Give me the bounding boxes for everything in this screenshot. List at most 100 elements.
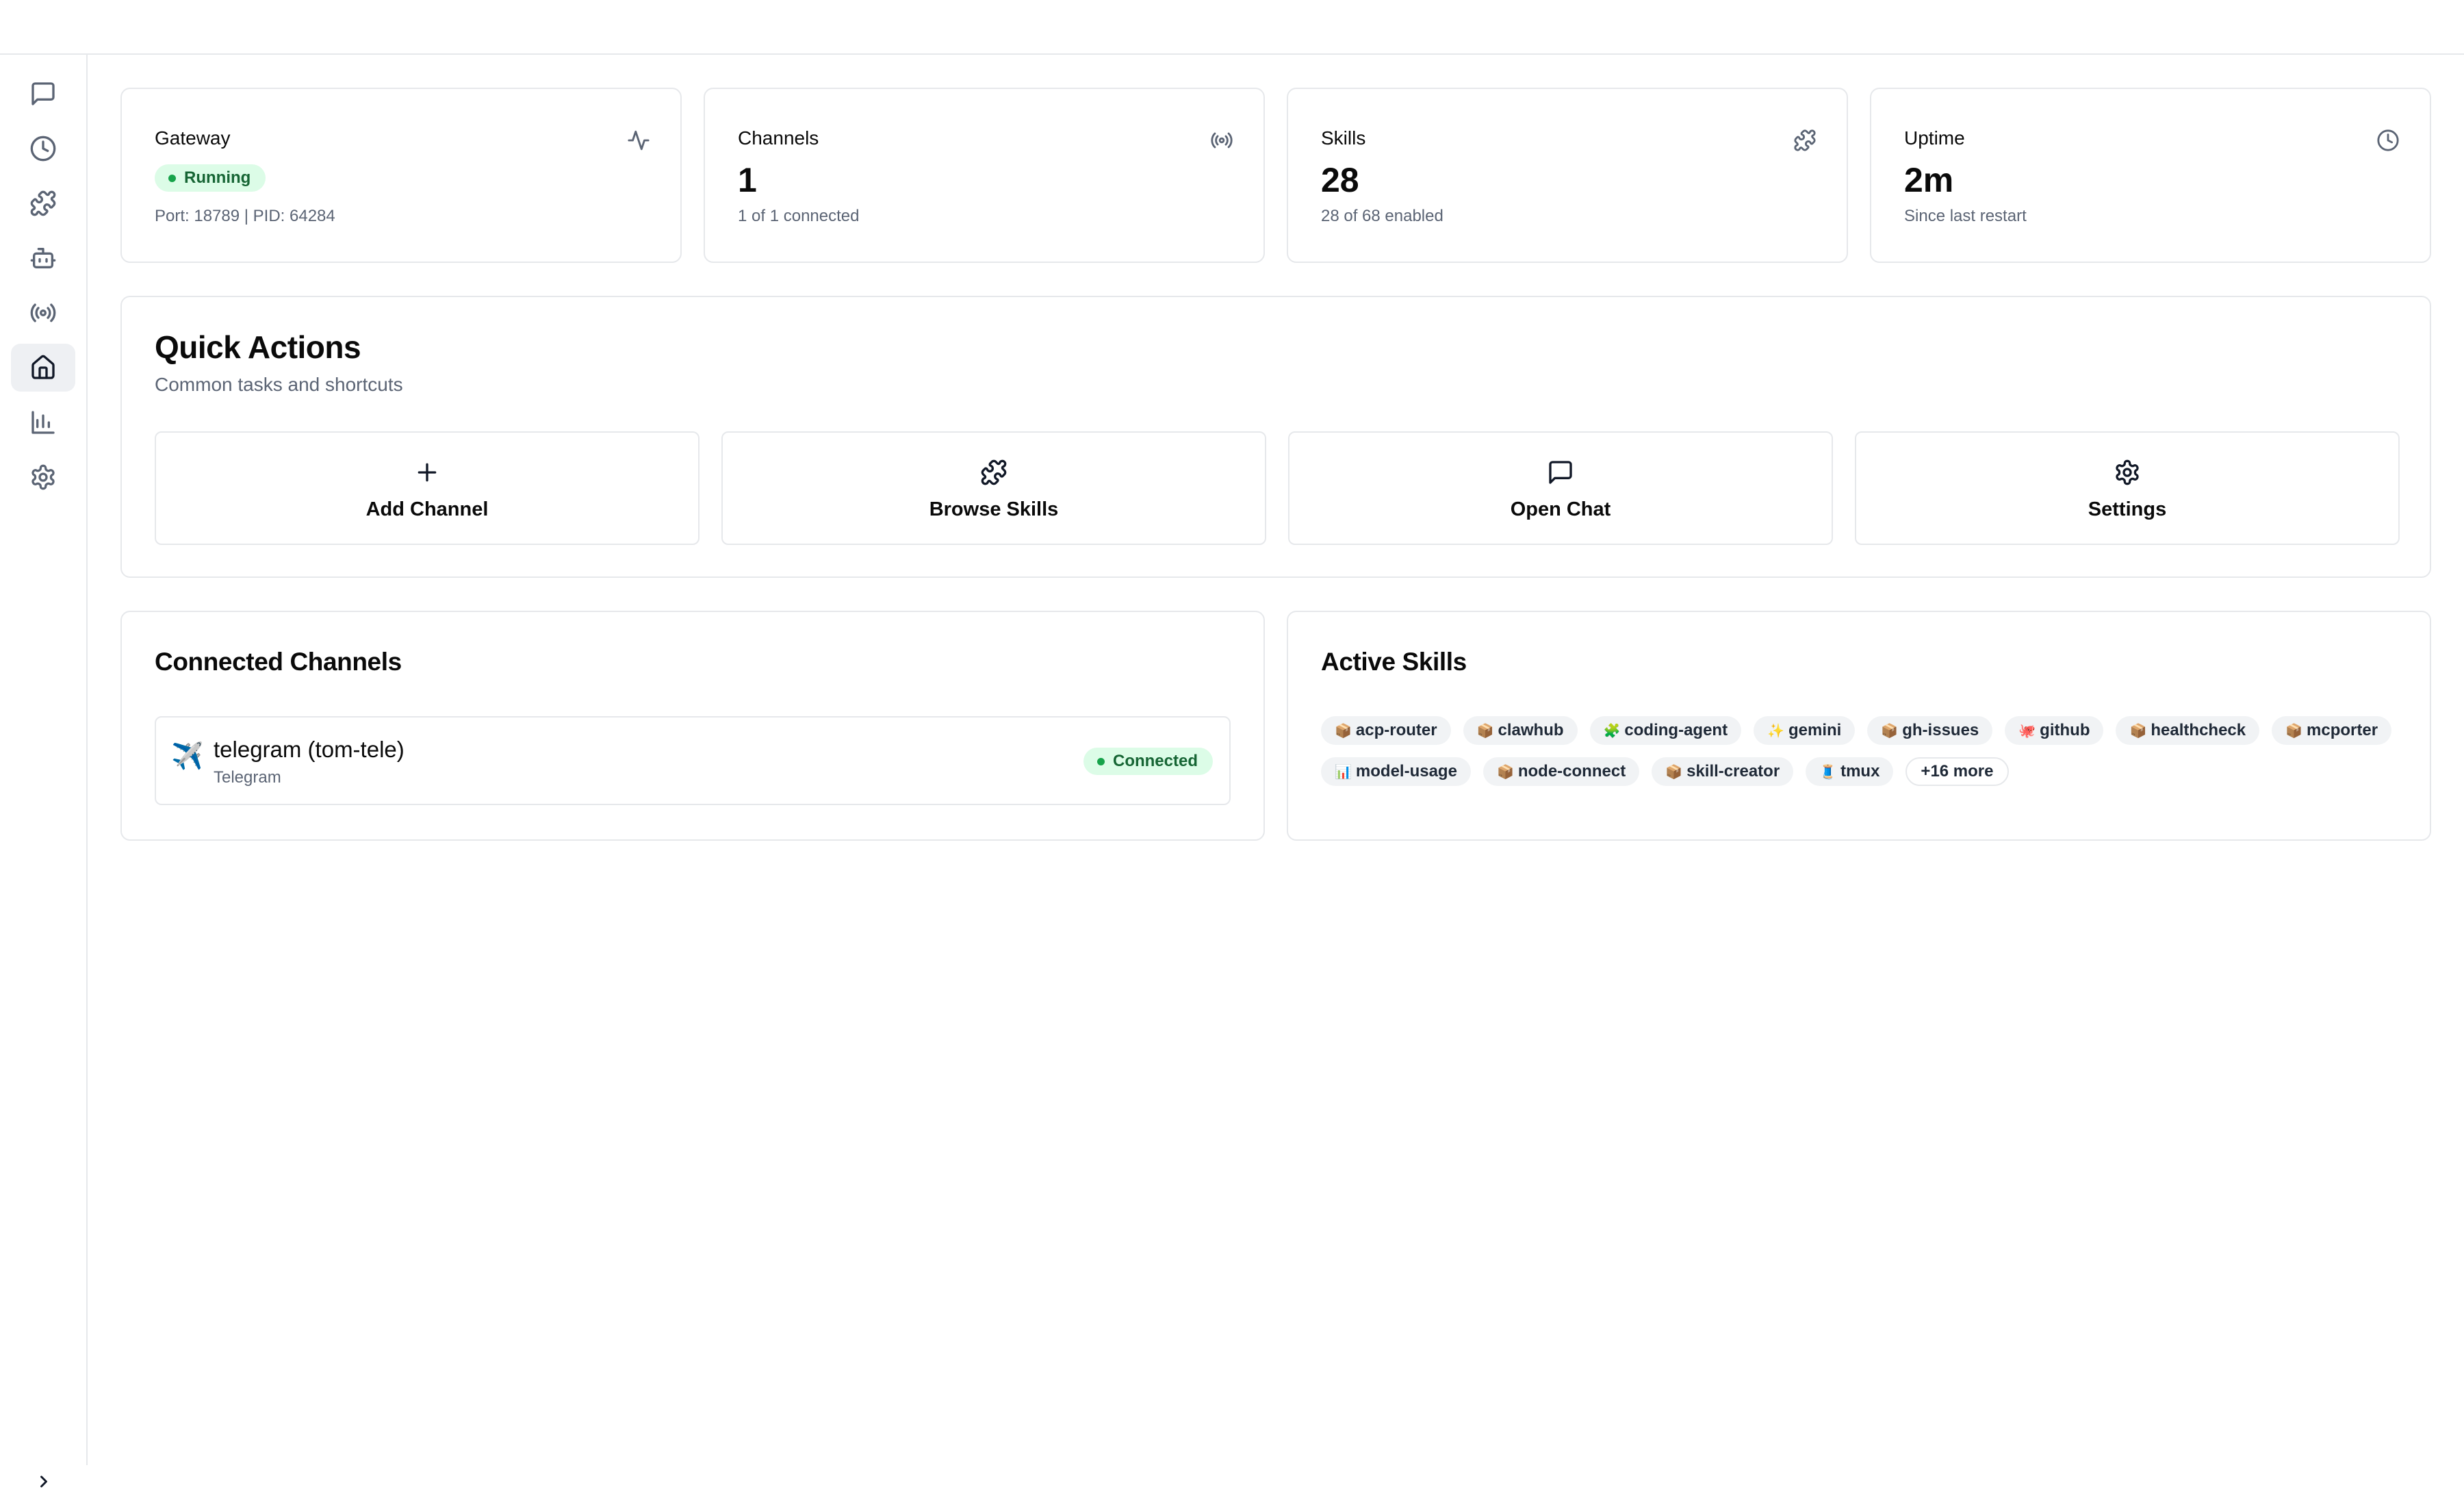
channels-card: Channels 1 1 of 1 connected bbox=[704, 88, 1265, 263]
add-channel-button[interactable]: Add Channel bbox=[155, 431, 700, 545]
quick-actions-card: Quick Actions Common tasks and shortcuts… bbox=[120, 296, 2431, 578]
button-label: Browse Skills bbox=[929, 498, 1059, 520]
button-label: Settings bbox=[2088, 498, 2167, 520]
skill-pill[interactable]: 📦 healthcheck bbox=[2116, 716, 2260, 745]
skill-name: clawhub bbox=[1498, 721, 1564, 739]
skill-pill[interactable]: 🧩 coding-agent bbox=[1589, 716, 1742, 745]
skill-name: healthcheck bbox=[2151, 721, 2246, 739]
skills-card: Skills 28 28 of 68 enabled bbox=[1287, 88, 1848, 263]
skill-pill[interactable]: ✨ gemini bbox=[1754, 716, 1856, 745]
activity-icon bbox=[627, 129, 650, 152]
radio-icon bbox=[30, 303, 56, 322]
status-dot bbox=[1096, 757, 1105, 765]
skill-name: tmux bbox=[1840, 762, 1880, 780]
card-value: 1 bbox=[738, 161, 757, 199]
open-chat-button[interactable]: Open Chat bbox=[1288, 431, 1833, 545]
more-skills-button[interactable]: +16 more bbox=[1905, 757, 2009, 786]
uptime-card: Uptime 2m Since last restart bbox=[1870, 88, 2431, 263]
skill-pill[interactable]: 📦 node-connect bbox=[1483, 757, 1640, 786]
skill-name: acp-router bbox=[1355, 721, 1437, 739]
card-title: Channels bbox=[738, 127, 819, 149]
thread-icon: 🧵 bbox=[1819, 764, 1837, 780]
sidebar-item-chat[interactable] bbox=[11, 70, 75, 118]
channel-name: telegram (tom-tele) bbox=[214, 737, 405, 762]
skill-pill[interactable]: 🧵 tmux bbox=[1806, 757, 1894, 786]
puzzle-icon bbox=[1793, 129, 1817, 152]
card-subtitle: 28 of 68 enabled bbox=[1321, 207, 1443, 225]
skill-name: model-usage bbox=[1355, 762, 1457, 780]
home-icon bbox=[31, 355, 55, 379]
top-bar bbox=[0, 0, 2464, 55]
browse-skills-button[interactable]: Browse Skills bbox=[721, 431, 1266, 545]
clock-icon bbox=[30, 136, 56, 162]
package-icon: 📦 bbox=[1665, 764, 1683, 780]
package-icon: 📦 bbox=[1881, 723, 1899, 739]
sidebar-item-channels[interactable] bbox=[11, 289, 75, 337]
bot-icon bbox=[30, 248, 56, 268]
package-icon: 📦 bbox=[2129, 723, 2147, 739]
settings-button[interactable]: Settings bbox=[1855, 431, 2400, 545]
skill-pill[interactable]: 📦 clawhub bbox=[1463, 716, 1578, 745]
package-icon: 📦 bbox=[1476, 723, 1494, 739]
sidebar-collapse-button[interactable] bbox=[27, 1465, 60, 1498]
status-badge: Running bbox=[155, 164, 266, 192]
status-badge: Connected bbox=[1083, 748, 1213, 775]
card-subtitle: Since last restart bbox=[1904, 207, 2027, 225]
bar-chart-icon: 📊 bbox=[1335, 764, 1352, 780]
skill-pill[interactable]: 📦 gh-issues bbox=[1867, 716, 1993, 745]
card-title: Uptime bbox=[1904, 127, 1965, 149]
skill-pill[interactable]: 📦 acp-router bbox=[1321, 716, 1451, 745]
bar-chart-icon bbox=[31, 411, 55, 434]
section-title: Active Skills bbox=[1321, 648, 1467, 676]
sidebar-item-home[interactable] bbox=[11, 344, 75, 392]
skill-pill[interactable]: 📦 skill-creator bbox=[1652, 757, 1794, 786]
card-subtitle: Port: 18789 | PID: 64284 bbox=[155, 207, 335, 225]
skills-list: 📦 acp-router 📦 clawhub 🧩 coding-agent ✨ gemi… bbox=[1321, 716, 2397, 786]
channel-type: Telegram bbox=[214, 768, 281, 787]
puzzle-piece-icon: 🧩 bbox=[1603, 723, 1621, 739]
skill-name: gh-issues bbox=[1902, 721, 1979, 739]
skill-pill[interactable]: 🐙 github bbox=[2005, 716, 2104, 745]
channel-row[interactable]: ✈️ telegram (tom-tele) Telegram Connecte… bbox=[155, 716, 1231, 805]
sidebar-item-usage[interactable] bbox=[11, 398, 75, 446]
message-square-icon bbox=[1549, 460, 1572, 484]
section-title: Connected Channels bbox=[155, 648, 402, 676]
airplane-icon: ✈️ bbox=[171, 742, 204, 771]
sidebar-item-settings[interactable] bbox=[11, 453, 75, 501]
sidebar-item-agents[interactable] bbox=[11, 234, 75, 282]
connected-channels-card: Connected Channels ✈️ telegram (tom-tele… bbox=[120, 611, 1265, 841]
skill-name: github bbox=[2040, 721, 2090, 739]
card-value: 28 bbox=[1321, 161, 1359, 199]
status-dot bbox=[168, 174, 176, 182]
gear-icon bbox=[2116, 459, 2139, 485]
octopus-icon: 🐙 bbox=[2018, 723, 2036, 739]
section-description: Common tasks and shortcuts bbox=[155, 374, 403, 395]
status-text: Running bbox=[184, 168, 251, 187]
sidebar-item-skills[interactable] bbox=[11, 179, 75, 227]
sidebar bbox=[0, 55, 88, 1488]
skill-name: node-connect bbox=[1517, 762, 1626, 780]
card-value: 2m bbox=[1904, 161, 1954, 199]
skill-pill[interactable]: 📦 mcporter bbox=[2272, 716, 2392, 745]
message-square-icon bbox=[31, 82, 55, 105]
puzzle-icon bbox=[30, 190, 56, 216]
card-title: Skills bbox=[1321, 127, 1366, 149]
package-icon: 📦 bbox=[2285, 723, 2303, 739]
gear-icon bbox=[31, 464, 55, 490]
skill-name: gemini bbox=[1788, 721, 1842, 739]
skill-pill[interactable]: 📊 model-usage bbox=[1321, 757, 1471, 786]
gateway-card: Gateway Running Port: 18789 | PID: 64284 bbox=[120, 88, 682, 263]
plus-icon bbox=[418, 463, 437, 481]
card-title: Gateway bbox=[155, 127, 231, 149]
skill-name: skill-creator bbox=[1686, 762, 1780, 780]
skill-name: coding-agent bbox=[1624, 721, 1728, 739]
active-skills-card: Active Skills 📦 acp-router 📦 clawhub 🧩 codi… bbox=[1287, 611, 2431, 841]
package-icon: 📦 bbox=[1496, 764, 1514, 780]
puzzle-icon bbox=[981, 459, 1007, 485]
sidebar-item-history[interactable] bbox=[11, 125, 75, 173]
card-subtitle: 1 of 1 connected bbox=[738, 207, 860, 225]
section-title: Quick Actions bbox=[155, 329, 361, 365]
button-label: Open Chat bbox=[1510, 498, 1611, 520]
skill-name: mcporter bbox=[2307, 721, 2378, 739]
radio-icon bbox=[1210, 129, 1233, 152]
